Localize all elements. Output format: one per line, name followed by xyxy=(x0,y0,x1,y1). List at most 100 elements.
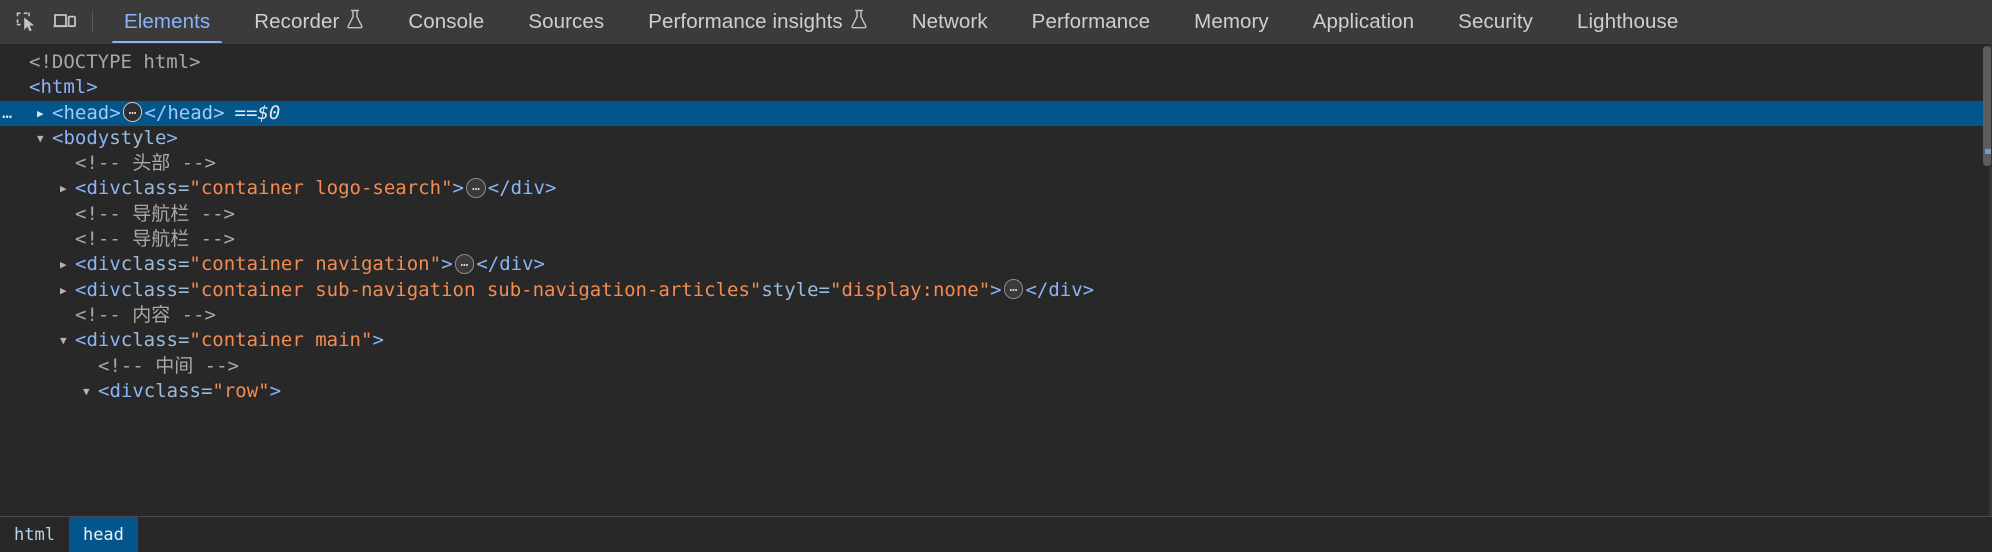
device-toolbar-icon[interactable] xyxy=(47,5,83,39)
node-attr-text: class= xyxy=(120,177,190,200)
breadcrumb-item-head[interactable]: head xyxy=(68,517,138,552)
dom-breadcrumb-bar: html head xyxy=(0,516,1992,552)
dom-tree-vertical-scrollbar[interactable] xyxy=(1981,44,1992,516)
tab-label: Recorder xyxy=(254,10,340,33)
dom-node-head[interactable]: …<head>…</head>== $0 xyxy=(0,100,1992,126)
panel-tab-list: Elements Recorder Console Sources Performanc… xyxy=(102,0,1992,43)
tab-label: Performance insights xyxy=(648,10,843,33)
dom-node-div-sub-navigation[interactable]: <div class="container sub-navigation sub… xyxy=(0,278,1992,303)
node-tag-text: <div xyxy=(75,177,121,200)
dom-node-body[interactable]: <body style> xyxy=(0,126,1992,151)
devtools-window: Elements Recorder Console Sources Performanc… xyxy=(0,0,1992,552)
toolbar-divider xyxy=(92,10,93,33)
devtools-tabbar: Elements Recorder Console Sources Performanc… xyxy=(0,0,1992,44)
collapsed-children-badge[interactable]: … xyxy=(465,178,486,199)
node-tag-text: </div> xyxy=(476,253,545,276)
node-tag-text: <head> xyxy=(52,101,121,124)
dom-node-div-navigation[interactable]: <div class="container navigation">…</div… xyxy=(0,252,1992,277)
dom-node-div-row[interactable]: <div class="row"> xyxy=(0,379,1992,404)
tab-performance[interactable]: Performance xyxy=(1010,0,1172,43)
node-tag-text: </div> xyxy=(1025,278,1095,301)
node-tag-text: <div xyxy=(98,379,144,402)
tab-network[interactable]: Network xyxy=(890,0,1010,43)
breadcrumb-item-html[interactable]: html xyxy=(0,517,69,552)
expand-triangle-open-icon[interactable] xyxy=(37,126,52,151)
dom-node-comment-nav-2[interactable]: <!-- 导航栏 --> xyxy=(0,227,1992,252)
node-val-text: "row" xyxy=(212,379,270,402)
node-tag-text: > xyxy=(372,329,384,352)
node-val-text: "container main" xyxy=(189,329,373,352)
tab-label: Console xyxy=(408,10,485,33)
expand-triangle-open-icon[interactable] xyxy=(83,379,98,404)
collapsed-children-badge[interactable]: … xyxy=(454,254,475,275)
dom-node-comment-middle[interactable]: <!-- 中间 --> xyxy=(0,354,1992,379)
collapsed-children-badge[interactable]: … xyxy=(1003,279,1024,300)
node-more-options-icon[interactable]: … xyxy=(2,104,13,122)
scrollbar-selection-marker xyxy=(1985,149,1991,154)
dom-node-html-open[interactable]: <html> xyxy=(0,75,1992,100)
node-tag-text: </div> xyxy=(487,177,557,200)
expand-triangle-open-icon[interactable] xyxy=(60,328,75,353)
tab-memory[interactable]: Memory xyxy=(1172,0,1291,43)
tab-label: Performance xyxy=(1031,10,1151,33)
dom-tree: <!DOCTYPE html><html>…<head>…</head>== $… xyxy=(0,44,1992,404)
dom-node-doctype[interactable]: <!DOCTYPE html> xyxy=(0,50,1992,75)
tab-elements[interactable]: Elements xyxy=(102,0,232,43)
expand-triangle-closed-icon[interactable] xyxy=(60,252,75,277)
toolbar-icon-group xyxy=(0,0,102,43)
tab-label: Elements xyxy=(124,10,211,33)
node-tag-text: > xyxy=(166,126,178,149)
dom-node-comment-content[interactable]: <!-- 内容 --> xyxy=(0,303,1992,328)
node-tag-text: <div xyxy=(75,253,121,276)
tab-console[interactable]: Console xyxy=(386,0,506,43)
expand-triangle-closed-icon[interactable] xyxy=(60,278,75,303)
node-val-text: "container sub-navigation sub-navigation… xyxy=(189,278,762,301)
tab-sources[interactable]: Sources xyxy=(506,0,626,43)
node-tag-text: > xyxy=(269,379,282,402)
node-tag-text: <div xyxy=(75,329,121,352)
tab-label: Network xyxy=(911,10,988,33)
node-comment-text: <!-- 导航栏 --> xyxy=(75,228,235,251)
tab-recorder[interactable]: Recorder xyxy=(232,0,386,43)
expand-triangle-closed-icon[interactable] xyxy=(37,101,52,126)
dom-node-div-main[interactable]: <div class="container main"> xyxy=(0,328,1992,353)
tab-label: Memory xyxy=(1194,10,1269,33)
node-tag-text: > xyxy=(452,177,464,200)
tab-label: Application xyxy=(1312,10,1415,33)
node-comment-text: <!-- 内容 --> xyxy=(75,303,216,326)
tab-application[interactable]: Application xyxy=(1291,0,1436,43)
node-tag-text: <div xyxy=(75,278,121,301)
node-tag-text: > xyxy=(441,253,453,276)
tab-lighthouse[interactable]: Lighthouse xyxy=(1555,0,1700,43)
tab-label: Sources xyxy=(528,10,605,33)
experiment-flask-icon xyxy=(850,9,868,35)
dom-node-comment-header[interactable]: <!-- 头部 --> xyxy=(0,151,1992,176)
inspect-element-icon[interactable] xyxy=(9,5,45,39)
expand-triangle-closed-icon[interactable] xyxy=(60,176,75,201)
elements-dom-tree-pane[interactable]: <!DOCTYPE html><html>…<head>…</head>== $… xyxy=(0,44,1992,516)
tab-security[interactable]: Security xyxy=(1436,0,1555,43)
node-eq-sel-text: == xyxy=(234,101,258,124)
node-comment-text: <!-- 导航栏 --> xyxy=(75,202,235,225)
node-attr-text: class= xyxy=(120,329,190,352)
node-comment-text: <!-- 头部 --> xyxy=(75,152,216,175)
node-val-text: "container navigation" xyxy=(189,253,442,276)
node-tag-text: > xyxy=(990,278,1002,301)
tab-performance-insights[interactable]: Performance insights xyxy=(626,0,890,43)
tab-label: Lighthouse xyxy=(1577,10,1679,33)
dom-node-comment-nav-1[interactable]: <!-- 导航栏 --> xyxy=(0,202,1992,227)
node-tag-text: <body xyxy=(52,126,110,149)
collapsed-children-badge[interactable]: … xyxy=(122,102,143,123)
node-val-text: "container logo-search" xyxy=(189,177,453,200)
node-doctype-text: <!DOCTYPE html> xyxy=(29,51,201,73)
node-attr-text: style= xyxy=(761,278,830,301)
node-tag-text: </head> xyxy=(144,101,225,124)
scrollbar-thumb[interactable] xyxy=(1983,46,1991,166)
node-attr-text: class= xyxy=(143,379,213,402)
node-attr-text: class= xyxy=(120,253,190,276)
dom-node-div-logo-search[interactable]: <div class="container logo-search">…</di… xyxy=(0,176,1992,201)
node-dollar-text: $0 xyxy=(257,101,281,124)
node-attr-text: class= xyxy=(120,278,190,301)
node-tag-text: <html> xyxy=(29,76,98,99)
node-comment-text: <!-- 中间 --> xyxy=(98,354,239,377)
